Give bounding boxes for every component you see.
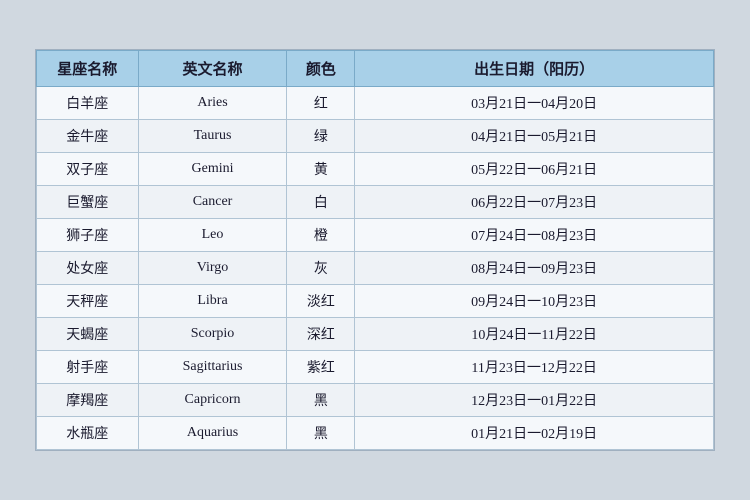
cell-date: 06月22日一07月23日 bbox=[355, 186, 714, 219]
cell-color: 红 bbox=[287, 87, 355, 120]
cell-english: Aquarius bbox=[138, 417, 287, 450]
cell-english: Aries bbox=[138, 87, 287, 120]
table-row: 白羊座Aries红03月21日一04月20日 bbox=[37, 87, 714, 120]
table-row: 水瓶座Aquarius黑01月21日一02月19日 bbox=[37, 417, 714, 450]
table-row: 狮子座Leo橙07月24日一08月23日 bbox=[37, 219, 714, 252]
header-english: 英文名称 bbox=[138, 51, 287, 87]
cell-english: Cancer bbox=[138, 186, 287, 219]
cell-english: Scorpio bbox=[138, 318, 287, 351]
cell-date: 03月21日一04月20日 bbox=[355, 87, 714, 120]
cell-english: Taurus bbox=[138, 120, 287, 153]
cell-english: Capricorn bbox=[138, 384, 287, 417]
table-row: 天蝎座Scorpio深红10月24日一11月22日 bbox=[37, 318, 714, 351]
cell-color: 黑 bbox=[287, 384, 355, 417]
table-row: 射手座Sagittarius紫红11月23日一12月22日 bbox=[37, 351, 714, 384]
cell-date: 09月24日一10月23日 bbox=[355, 285, 714, 318]
cell-date: 04月21日一05月21日 bbox=[355, 120, 714, 153]
cell-english: Libra bbox=[138, 285, 287, 318]
header-color: 颜色 bbox=[287, 51, 355, 87]
cell-color: 紫红 bbox=[287, 351, 355, 384]
table-row: 双子座Gemini黄05月22日一06月21日 bbox=[37, 153, 714, 186]
cell-english: Virgo bbox=[138, 252, 287, 285]
cell-chinese: 处女座 bbox=[37, 252, 139, 285]
header-date: 出生日期（阳历） bbox=[355, 51, 714, 87]
cell-date: 07月24日一08月23日 bbox=[355, 219, 714, 252]
cell-date: 01月21日一02月19日 bbox=[355, 417, 714, 450]
cell-date: 10月24日一11月22日 bbox=[355, 318, 714, 351]
cell-english: Gemini bbox=[138, 153, 287, 186]
cell-chinese: 狮子座 bbox=[37, 219, 139, 252]
cell-color: 淡红 bbox=[287, 285, 355, 318]
cell-chinese: 巨蟹座 bbox=[37, 186, 139, 219]
header-chinese: 星座名称 bbox=[37, 51, 139, 87]
cell-color: 灰 bbox=[287, 252, 355, 285]
cell-color: 黑 bbox=[287, 417, 355, 450]
cell-chinese: 射手座 bbox=[37, 351, 139, 384]
table-row: 金牛座Taurus绿04月21日一05月21日 bbox=[37, 120, 714, 153]
cell-color: 绿 bbox=[287, 120, 355, 153]
cell-chinese: 金牛座 bbox=[37, 120, 139, 153]
cell-color: 白 bbox=[287, 186, 355, 219]
cell-color: 橙 bbox=[287, 219, 355, 252]
cell-chinese: 天秤座 bbox=[37, 285, 139, 318]
cell-chinese: 天蝎座 bbox=[37, 318, 139, 351]
table-header-row: 星座名称 英文名称 颜色 出生日期（阳历） bbox=[37, 51, 714, 87]
zodiac-table-container: 星座名称 英文名称 颜色 出生日期（阳历） 白羊座Aries红03月21日一04… bbox=[35, 49, 715, 451]
cell-date: 12月23日一01月22日 bbox=[355, 384, 714, 417]
cell-chinese: 白羊座 bbox=[37, 87, 139, 120]
cell-color: 深红 bbox=[287, 318, 355, 351]
cell-date: 08月24日一09月23日 bbox=[355, 252, 714, 285]
zodiac-table: 星座名称 英文名称 颜色 出生日期（阳历） 白羊座Aries红03月21日一04… bbox=[36, 50, 714, 450]
cell-chinese: 双子座 bbox=[37, 153, 139, 186]
cell-english: Sagittarius bbox=[138, 351, 287, 384]
table-row: 处女座Virgo灰08月24日一09月23日 bbox=[37, 252, 714, 285]
table-row: 摩羯座Capricorn黑12月23日一01月22日 bbox=[37, 384, 714, 417]
table-row: 天秤座Libra淡红09月24日一10月23日 bbox=[37, 285, 714, 318]
cell-english: Leo bbox=[138, 219, 287, 252]
cell-date: 05月22日一06月21日 bbox=[355, 153, 714, 186]
table-row: 巨蟹座Cancer白06月22日一07月23日 bbox=[37, 186, 714, 219]
cell-date: 11月23日一12月22日 bbox=[355, 351, 714, 384]
cell-chinese: 摩羯座 bbox=[37, 384, 139, 417]
cell-color: 黄 bbox=[287, 153, 355, 186]
cell-chinese: 水瓶座 bbox=[37, 417, 139, 450]
